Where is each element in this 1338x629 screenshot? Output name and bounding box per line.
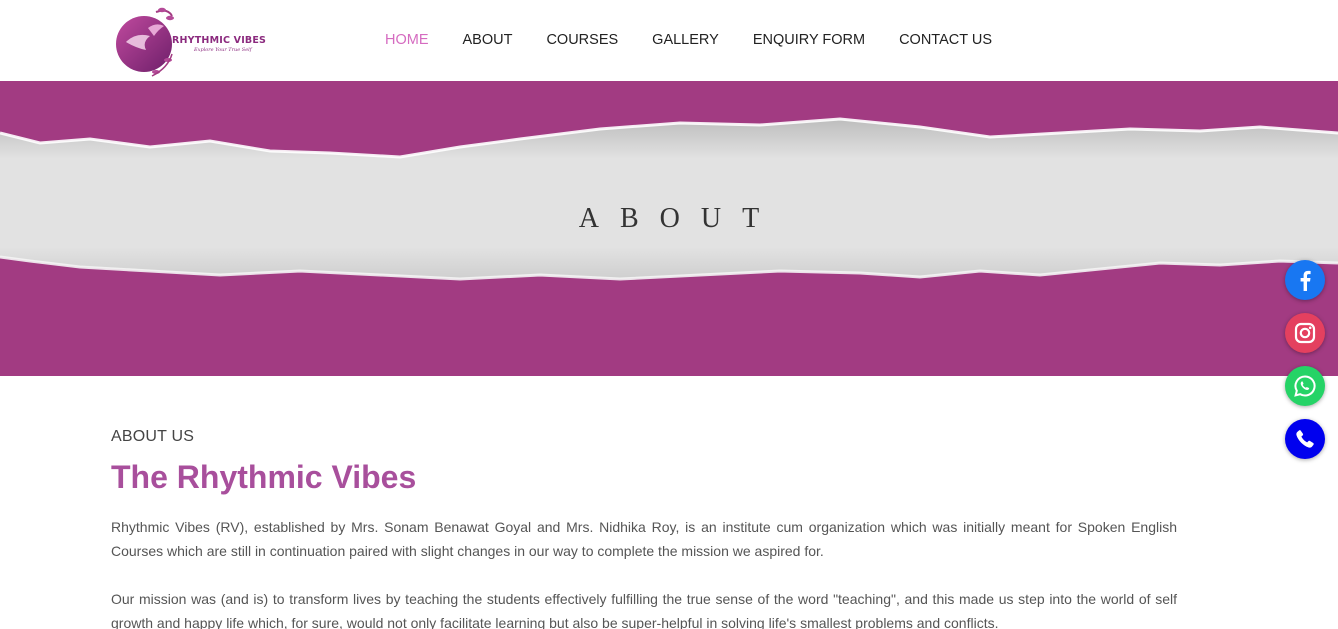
page-banner: ABOUT	[0, 81, 1338, 376]
site-header: RHYTHMIC VIBES Explore Your True Self HO…	[0, 0, 1338, 81]
section-eyebrow: ABOUT US	[111, 428, 195, 445]
phone-icon	[1296, 430, 1314, 448]
banner-title: ABOUT	[578, 203, 781, 234]
brand-logo[interactable]: RHYTHMIC VIBES Explore Your True Self	[112, 2, 266, 80]
nav-enquiry-form[interactable]: ENQUIRY FORM	[753, 32, 865, 48]
section-heading: The Rhythmic Vibes	[111, 459, 417, 495]
whatsapp-button[interactable]	[1285, 366, 1325, 406]
nav-contact-us[interactable]: CONTACT US	[899, 32, 992, 48]
nav-courses[interactable]: COURSES	[546, 32, 618, 48]
about-paragraph: Rhythmic Vibes (RV), established by Mrs.…	[111, 519, 1177, 559]
nav-gallery[interactable]: GALLERY	[652, 32, 719, 48]
brand-name: RHYTHMIC VIBES	[172, 35, 267, 46]
about-paragraph: Our mission was (and is) to transform li…	[111, 591, 1177, 629]
nav-home[interactable]: HOME	[385, 32, 429, 48]
bird-logo-icon	[112, 2, 180, 80]
instagram-icon	[1294, 322, 1316, 344]
social-floating-buttons	[1285, 260, 1325, 472]
nav-about[interactable]: ABOUT	[463, 32, 513, 48]
phone-button[interactable]	[1285, 419, 1325, 459]
about-section: ABOUT US The Rhythmic Vibes Rhythmic Vib…	[111, 428, 1177, 629]
instagram-button[interactable]	[1285, 313, 1325, 353]
brand-tagline: Explore Your True Self	[194, 47, 252, 53]
whatsapp-icon	[1294, 375, 1316, 397]
main-nav: HOME ABOUT COURSES GALLERY ENQUIRY FORM …	[385, 32, 1026, 48]
facebook-icon	[1300, 270, 1311, 291]
facebook-button[interactable]	[1285, 260, 1325, 300]
